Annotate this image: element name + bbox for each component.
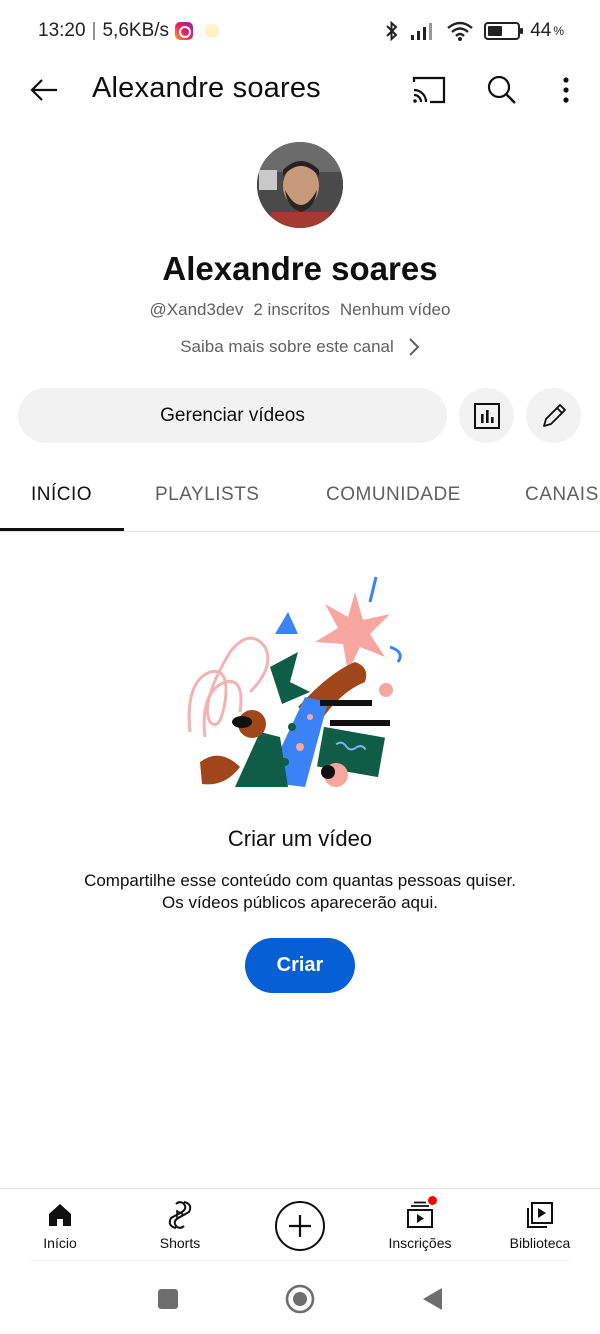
status-time: 13:20 — [38, 20, 86, 41]
channel-handle: @Xand3dev — [149, 300, 244, 319]
pencil-icon — [542, 403, 566, 427]
bluetooth-icon — [386, 20, 398, 42]
chevron-right-icon — [409, 338, 420, 356]
battery-icon — [484, 22, 524, 40]
create-video-button[interactable]: Criar — [245, 938, 355, 993]
status-left: 13:20 | 5,6KB/s — [38, 20, 220, 42]
subscriptions-icon — [404, 1195, 438, 1231]
profile-photo — [257, 142, 343, 228]
tab-comunidade[interactable]: COMUNIDADE — [326, 484, 461, 506]
analytics-icon — [473, 402, 500, 429]
plus-icon — [289, 1215, 311, 1237]
nav-shorts-label: Shorts — [159, 1235, 201, 1251]
status-bar: 13:20 | 5,6KB/s 44 % — [0, 0, 600, 66]
back-system-button[interactable] — [417, 1284, 447, 1314]
subscriber-count: 2 inscritos — [253, 300, 330, 319]
wifi-icon — [447, 21, 473, 41]
search-icon — [487, 75, 516, 104]
more-options-button[interactable] — [552, 70, 580, 110]
library-icon — [524, 1199, 556, 1231]
battery-percent-symbol: % — [553, 24, 564, 38]
more-vertical-icon — [563, 77, 569, 103]
nav-shorts[interactable]: Shorts — [125, 1199, 235, 1251]
triangle-back-icon — [423, 1288, 442, 1310]
status-separator: | — [91, 20, 97, 41]
app-notification-icon — [205, 24, 220, 38]
nav-create-button[interactable] — [275, 1201, 325, 1251]
tab-canais[interactable]: CANAIS — [525, 484, 599, 506]
tab-playlists[interactable]: PLAYLISTS — [155, 484, 259, 506]
nav-home[interactable]: Início — [5, 1199, 115, 1251]
active-tab-indicator — [0, 528, 124, 531]
channel-meta: @Xand3dev 2 inscritos Nenhum vídeo — [0, 300, 600, 320]
nav-divider — [30, 1260, 570, 1261]
analytics-button[interactable] — [459, 388, 514, 443]
empty-state-line-1: Compartilhe esse conteúdo com quantas pe… — [84, 871, 516, 890]
channel-tabs: INÍCIO PLAYLISTS COMUNIDADE CANAIS — [0, 460, 600, 532]
tab-inicio[interactable]: INÍCIO — [31, 484, 92, 506]
page-title: Alexandre soares — [92, 72, 321, 104]
home-icon — [44, 1199, 76, 1231]
nav-library-label: Biblioteca — [509, 1235, 571, 1251]
network-speed: 5,6KB/s — [102, 20, 170, 41]
recent-apps-button[interactable] — [153, 1284, 183, 1314]
system-navigation — [0, 1262, 600, 1334]
about-channel-link[interactable]: Saiba mais sobre este canal — [0, 337, 600, 357]
nav-library[interactable]: Biblioteca — [485, 1199, 595, 1251]
cast-icon — [412, 76, 446, 104]
edit-channel-button[interactable] — [526, 388, 581, 443]
app-bar: Alexandre soares — [0, 66, 600, 114]
nav-subscriptions-label: Inscrições — [388, 1235, 452, 1251]
shorts-icon — [164, 1199, 196, 1231]
empty-state-title: Criar um vídeo — [227, 826, 373, 851]
bottom-navigation: Início Shorts Inscrições Biblioteca — [0, 1188, 600, 1260]
signal-icon — [411, 23, 433, 40]
circle-icon — [285, 1284, 315, 1314]
back-button[interactable] — [26, 72, 62, 108]
cast-button[interactable] — [408, 72, 448, 108]
instagram-notification-icon — [175, 22, 194, 40]
nav-subscriptions[interactable]: Inscrições — [365, 1195, 475, 1251]
video-count: Nenhum vídeo — [339, 300, 451, 319]
avatar[interactable] — [257, 142, 343, 228]
empty-state-illustration — [187, 576, 402, 787]
status-right: 44 % — [384, 20, 564, 42]
arrow-left-icon — [30, 79, 57, 101]
battery-percent: 44 — [530, 20, 552, 41]
square-icon — [158, 1289, 178, 1309]
home-system-button[interactable] — [285, 1284, 315, 1314]
empty-state-description: Compartilhe esse conteúdo com quantas pe… — [0, 870, 600, 914]
channel-name: Alexandre soares — [162, 250, 438, 287]
about-channel-label: Saiba mais sobre este canal — [180, 337, 394, 356]
nav-home-label: Início — [43, 1235, 77, 1251]
manage-videos-button[interactable]: Gerenciar vídeos — [18, 388, 447, 443]
notification-dot — [427, 1195, 438, 1206]
search-button[interactable] — [482, 70, 522, 110]
empty-state-line-2: Os vídeos públicos aparecerão aqui. — [162, 893, 438, 912]
